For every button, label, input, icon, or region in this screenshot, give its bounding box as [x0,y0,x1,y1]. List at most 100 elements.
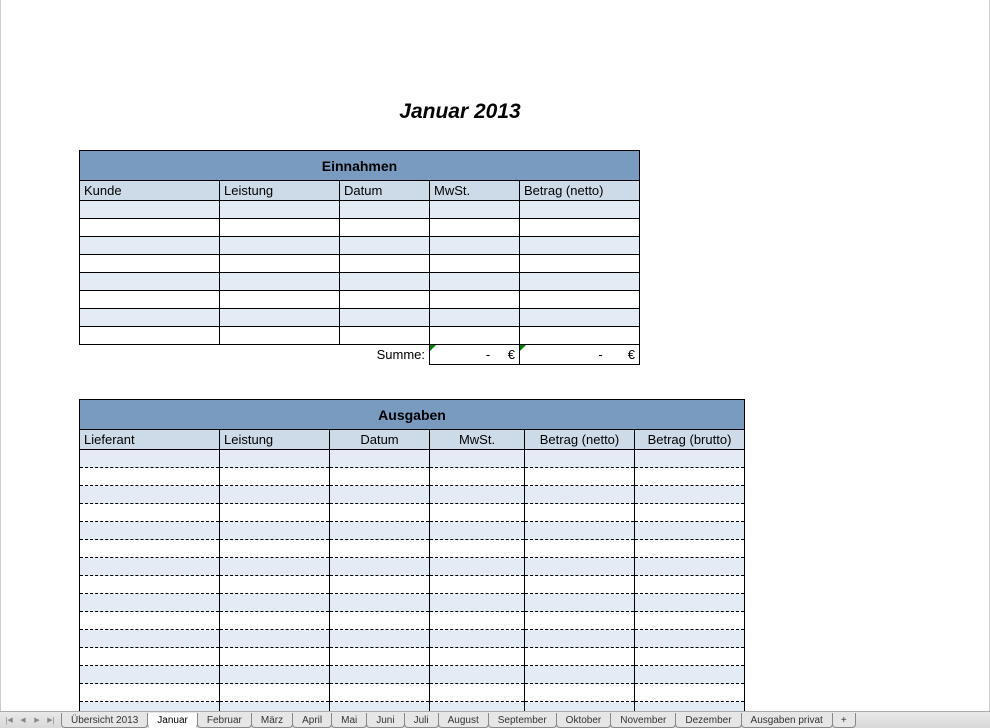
cell[interactable] [340,327,430,345]
cell[interactable] [520,273,640,291]
cell[interactable] [80,540,220,558]
sheet-tab-ausgaben-privat[interactable]: Ausgaben privat [741,713,833,728]
cell[interactable] [525,522,635,540]
cell[interactable] [330,558,430,576]
cell[interactable] [525,486,635,504]
cell[interactable] [330,594,430,612]
sheet-tab-april[interactable]: April [292,713,332,728]
cell[interactable] [635,486,745,504]
cell[interactable] [635,504,745,522]
cell[interactable] [80,309,220,327]
cell[interactable] [430,504,525,522]
cell[interactable] [635,522,745,540]
cell[interactable] [80,558,220,576]
cell[interactable] [525,612,635,630]
cell[interactable] [220,237,340,255]
cell[interactable] [430,558,525,576]
sheet-tab-juni[interactable]: Juni [366,713,404,728]
cell[interactable] [430,255,520,273]
cell[interactable] [330,612,430,630]
cell[interactable] [220,594,330,612]
cell[interactable] [220,612,330,630]
cell[interactable] [80,237,220,255]
cell[interactable] [430,291,520,309]
einnahmen-row[interactable] [80,255,640,273]
cell[interactable] [220,630,330,648]
einnahmen-row[interactable] [80,327,640,345]
cell[interactable] [525,648,635,666]
ausgaben-row[interactable] [80,630,745,648]
ausgaben-row[interactable] [80,612,745,630]
cell[interactable] [520,309,640,327]
sheet-tab-märz[interactable]: März [251,713,293,728]
sheet-tab-dezember[interactable]: Dezember [675,713,741,728]
cell[interactable] [340,309,430,327]
cell[interactable] [430,648,525,666]
cell[interactable] [330,450,430,468]
ausgaben-row[interactable] [80,486,745,504]
cell[interactable] [525,504,635,522]
cell[interactable] [525,630,635,648]
cell[interactable] [80,648,220,666]
cell[interactable] [525,594,635,612]
cell[interactable] [340,219,430,237]
cell[interactable] [220,540,330,558]
sheet-tab-januar[interactable]: Januar [147,713,198,728]
cell[interactable] [80,684,220,702]
cell[interactable] [430,612,525,630]
ausgaben-row[interactable] [80,648,745,666]
cell[interactable] [80,327,220,345]
cell[interactable] [430,450,525,468]
ausgaben-row[interactable] [80,504,745,522]
cell[interactable] [635,684,745,702]
cell[interactable] [430,201,520,219]
cell[interactable] [80,486,220,504]
cell[interactable] [330,684,430,702]
sheet-tab-mai[interactable]: Mai [331,713,367,728]
cell[interactable] [430,666,525,684]
cell[interactable] [635,468,745,486]
sheet-tab-februar[interactable]: Februar [197,713,252,728]
sheet-tab-übersicht-2013[interactable]: Übersicht 2013 [61,713,148,728]
cell[interactable] [520,219,640,237]
cell[interactable] [220,468,330,486]
cell[interactable] [635,576,745,594]
cell[interactable] [430,327,520,345]
cell[interactable] [520,237,640,255]
cell[interactable] [340,273,430,291]
cell[interactable] [220,648,330,666]
cell[interactable] [430,273,520,291]
ausgaben-row[interactable] [80,576,745,594]
cell[interactable] [340,201,430,219]
cell[interactable] [220,576,330,594]
cell[interactable] [80,666,220,684]
cell[interactable] [635,558,745,576]
cell[interactable] [525,450,635,468]
cell[interactable] [220,273,340,291]
sheet-tab-november[interactable]: November [610,713,676,728]
cell[interactable] [635,630,745,648]
cell[interactable] [525,684,635,702]
cell[interactable] [430,540,525,558]
einnahmen-row[interactable] [80,291,640,309]
cell[interactable] [330,630,430,648]
cell[interactable] [80,219,220,237]
cell[interactable] [220,684,330,702]
cell[interactable] [430,594,525,612]
cell[interactable] [330,540,430,558]
cell[interactable] [430,576,525,594]
cell[interactable] [330,468,430,486]
einnahmen-sum-mwst[interactable]: - € [430,345,520,365]
einnahmen-row[interactable] [80,309,640,327]
cell[interactable] [635,666,745,684]
cell[interactable] [80,594,220,612]
sheet-tab-oktober[interactable]: Oktober [556,713,612,728]
cell[interactable] [340,291,430,309]
nav-last-icon[interactable]: ▶| [44,713,58,727]
cell[interactable] [430,630,525,648]
cell[interactable] [80,576,220,594]
ausgaben-row[interactable] [80,666,745,684]
cell[interactable] [520,255,640,273]
cell[interactable] [220,504,330,522]
cell[interactable] [220,255,340,273]
